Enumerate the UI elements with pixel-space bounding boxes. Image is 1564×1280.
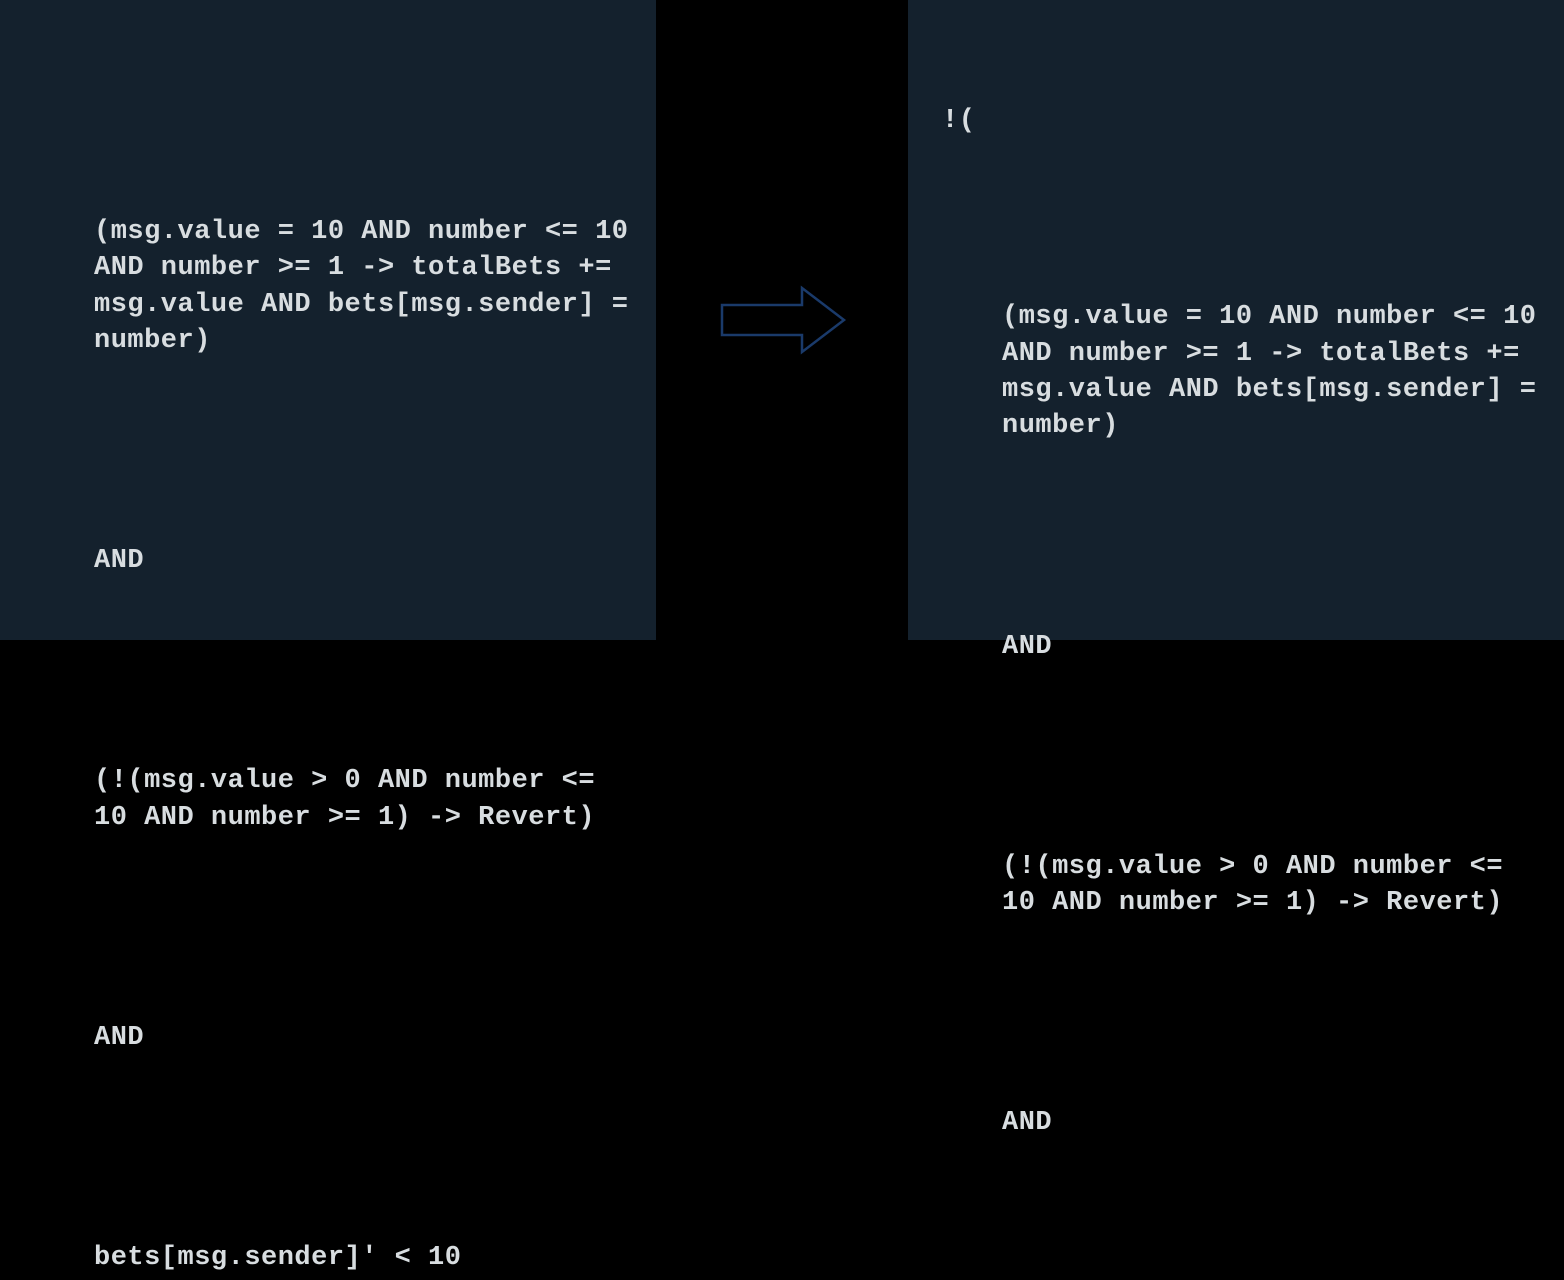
code-line: bets[msg.sender]' < 10 bbox=[18, 1240, 638, 1276]
left-code-panel: (msg.value = 10 AND number <= 10 AND num… bbox=[0, 0, 656, 640]
right-arrow-icon bbox=[712, 280, 852, 360]
code-line-and: AND bbox=[926, 1105, 1546, 1141]
code-line-and: AND bbox=[926, 629, 1546, 665]
code-line-and: AND bbox=[18, 543, 638, 579]
code-line-and: AND bbox=[18, 1020, 638, 1056]
right-code-panel: !( (msg.value = 10 AND number <= 10 AND … bbox=[908, 0, 1564, 640]
code-line: (!(msg.value > 0 AND number <= 10 AND nu… bbox=[926, 849, 1546, 922]
code-line: (msg.value = 10 AND number <= 10 AND num… bbox=[926, 299, 1546, 445]
code-line-open: !( bbox=[926, 103, 1546, 139]
arrow-gap bbox=[656, 0, 908, 640]
code-line: (msg.value = 10 AND number <= 10 AND num… bbox=[18, 214, 638, 360]
code-line: (!(msg.value > 0 AND number <= 10 AND nu… bbox=[18, 763, 638, 836]
